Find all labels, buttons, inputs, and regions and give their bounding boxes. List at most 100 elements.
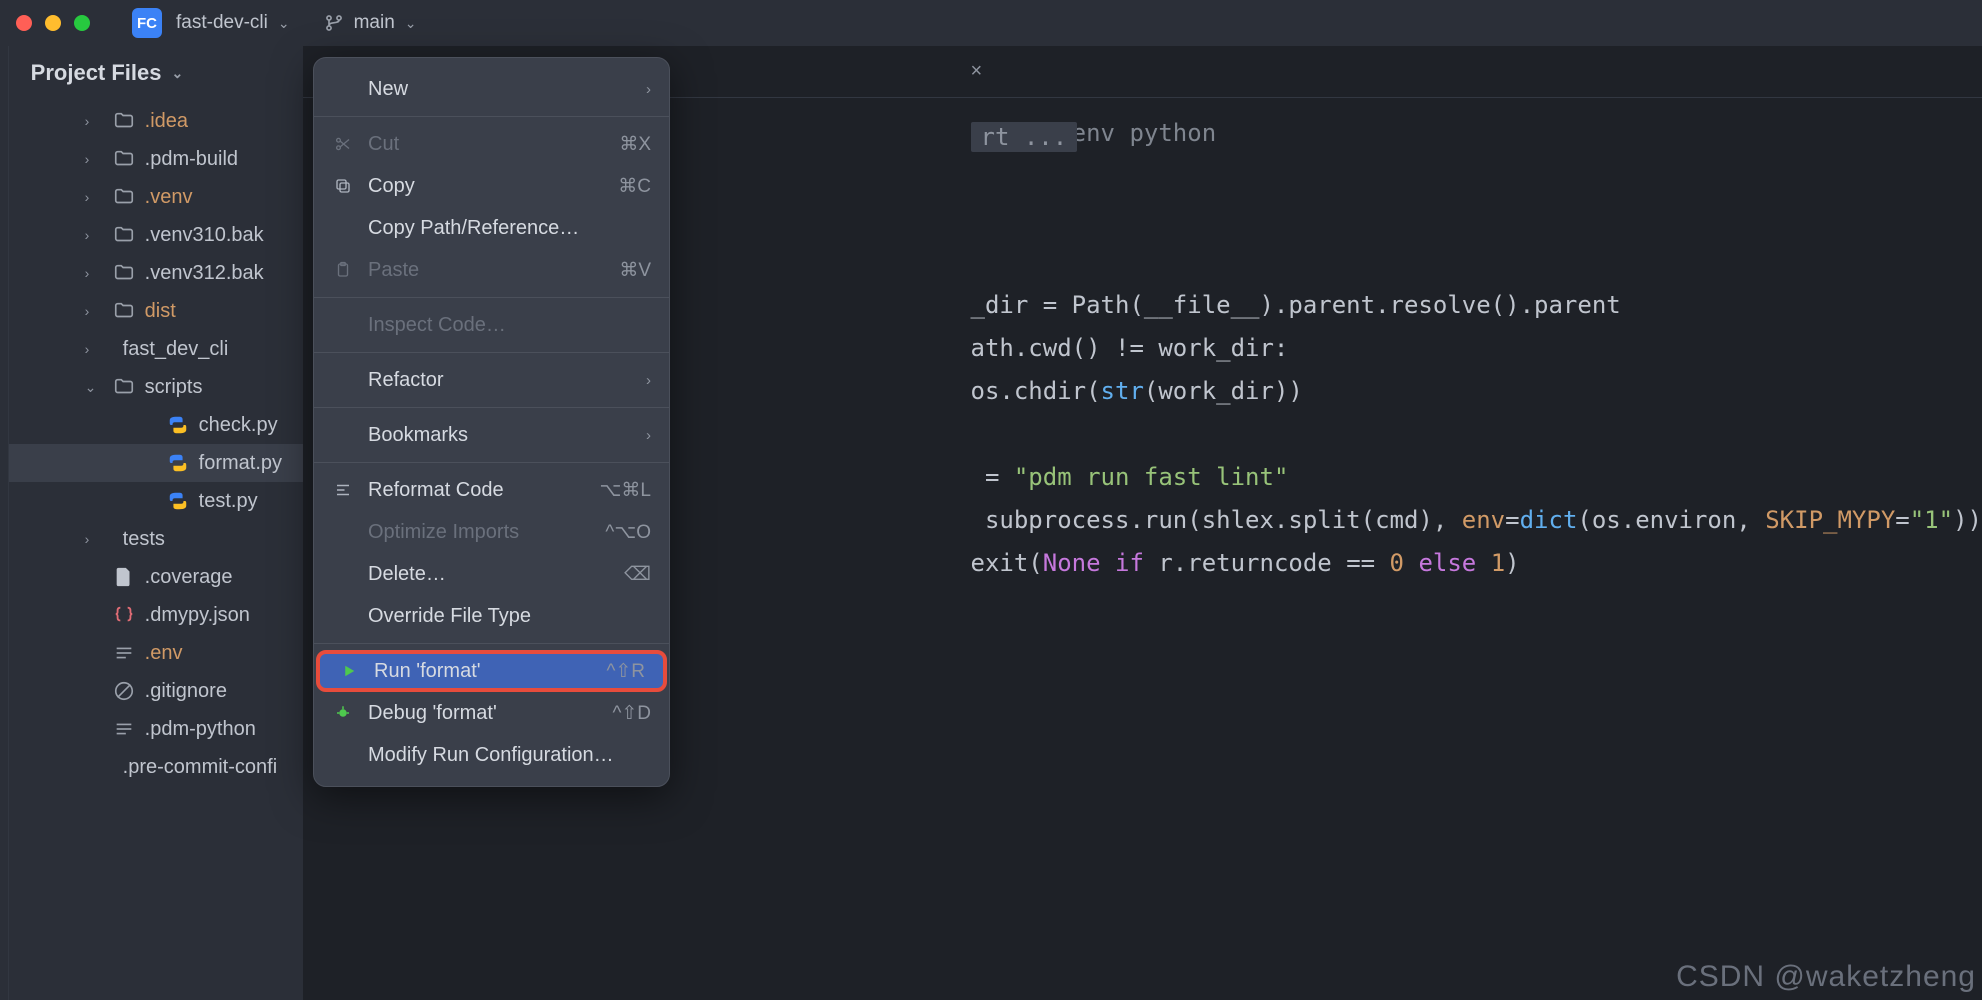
- menu-label: Bookmarks: [368, 424, 632, 447]
- menu-separator: [314, 297, 669, 298]
- menu-item[interactable]: Bookmarks›: [314, 414, 669, 456]
- menu-shortcut: ^⌥O: [605, 521, 651, 544]
- chevron-down-icon: ⌄: [405, 15, 417, 32]
- close-icon[interactable]: ×: [971, 60, 983, 83]
- tree-item[interactable]: test.py: [9, 482, 303, 520]
- menu-item: Optimize Imports ^⌥O: [314, 511, 669, 553]
- menu-label: New: [368, 78, 632, 101]
- tree-item[interactable]: ›tests: [9, 520, 303, 558]
- branch-name: main: [354, 12, 395, 34]
- menu-item[interactable]: Debug 'format' ^⇧D: [314, 692, 669, 734]
- folder-icon: [113, 186, 135, 208]
- tree-item[interactable]: › .venv: [9, 178, 303, 216]
- title-bar: FC fast-dev-cli ⌄ main ⌄: [0, 0, 1982, 46]
- menu-shortcut: ^⇧D: [612, 702, 651, 725]
- tree-item[interactable]: ›.pdm-build: [9, 140, 303, 178]
- menu-separator: [314, 116, 669, 117]
- menu-label: Delete…: [368, 563, 610, 586]
- folder-icon: [113, 376, 135, 398]
- menu-label: Optimize Imports: [368, 521, 591, 544]
- tree-item-label: .venv310.bak: [145, 224, 264, 247]
- json-icon: [113, 604, 135, 626]
- py-icon: [167, 414, 189, 436]
- context-menu: New› Cut ⌘X Copy⌘C Copy Path/Reference… Paste…: [313, 57, 670, 787]
- tree-item[interactable]: .pre-commit-confi: [9, 748, 303, 786]
- folder-icon: [113, 110, 135, 132]
- tree-item-label: .env: [145, 642, 183, 665]
- menu-item[interactable]: Refactor›: [314, 359, 669, 401]
- tree-item-label: .gitignore: [145, 680, 227, 703]
- menu-label: Cut: [368, 133, 605, 156]
- menu-item[interactable]: Override File Type: [314, 595, 669, 637]
- menu-item[interactable]: Copy Path/Reference…: [314, 207, 669, 249]
- tree-item[interactable]: ›fast_dev_cli: [9, 330, 303, 368]
- menu-item[interactable]: Copy⌘C: [314, 165, 669, 207]
- tree-item[interactable]: .env: [9, 634, 303, 672]
- tree-item[interactable]: › .venv310.bak: [9, 216, 303, 254]
- project-sidebar: Project Files ⌄ ›.idea›.pdm-build›.venv›…: [9, 46, 303, 1000]
- chevron-right-icon: ›: [85, 341, 103, 357]
- tree-item[interactable]: ⌄scripts: [9, 368, 303, 406]
- watermark: CSDN @waketzheng: [1676, 960, 1976, 994]
- chevron-right-icon: ›: [85, 113, 103, 129]
- folder-icon: [113, 262, 135, 284]
- scissors-icon: [332, 135, 354, 153]
- run-icon: [338, 662, 360, 680]
- menu-item[interactable]: Delete… ⌫: [314, 553, 669, 595]
- tree-item[interactable]: .gitignore: [9, 672, 303, 710]
- menu-label: Debug 'format': [368, 702, 598, 725]
- folded-import-hint[interactable]: rt ...: [971, 122, 1078, 152]
- menu-label: Modify Run Configuration…: [368, 744, 651, 767]
- menu-shortcut: ⌥⌘L: [600, 479, 651, 502]
- chevron-right-icon: ›: [85, 531, 103, 547]
- tree-item[interactable]: .dmypy.json: [9, 596, 303, 634]
- menu-label: Copy Path/Reference…: [368, 217, 651, 240]
- sidebar-title: Project Files: [31, 60, 162, 86]
- chevron-right-icon: ›: [85, 189, 103, 205]
- maximize-icon[interactable]: [74, 15, 90, 31]
- menu-label: Copy: [368, 175, 604, 198]
- tree-item[interactable]: ›.idea: [9, 102, 303, 140]
- tree-item[interactable]: ›dist: [9, 292, 303, 330]
- menu-item[interactable]: Run 'format'^⇧R: [316, 650, 667, 692]
- menu-item: Paste⌘V: [314, 249, 669, 291]
- tree-item-label: .venv: [145, 186, 193, 209]
- project-selector[interactable]: fast-dev-cli ⌄: [176, 12, 290, 34]
- debug-icon: [332, 704, 354, 722]
- menu-item[interactable]: New›: [314, 68, 669, 110]
- tree-item[interactable]: ›.venv312.bak: [9, 254, 303, 292]
- project-badge: FC: [132, 8, 162, 38]
- tree-item[interactable]: check.py: [9, 406, 303, 444]
- sidebar-header[interactable]: Project Files ⌄: [9, 46, 303, 100]
- tree-item-label: check.py: [199, 414, 278, 437]
- env-icon: [113, 642, 135, 664]
- gitignore-icon: [113, 680, 135, 702]
- tree-item[interactable]: format.py: [9, 444, 303, 482]
- menu-label: Paste: [368, 259, 605, 282]
- tree-item-label: format.py: [199, 452, 282, 475]
- menu-item[interactable]: Reformat Code⌥⌘L: [314, 469, 669, 511]
- folder-icon: [113, 300, 135, 322]
- close-icon[interactable]: [16, 15, 32, 31]
- menu-shortcut: ⌘X: [619, 133, 651, 156]
- chevron-right-icon: ›: [85, 227, 103, 243]
- tree-item[interactable]: .pdm-python: [9, 710, 303, 748]
- tree-item-label: .pdm-python: [145, 718, 256, 741]
- menu-item: Inspect Code…: [314, 304, 669, 346]
- tool-gutter: [0, 46, 9, 1000]
- tree-item-label: dist: [145, 300, 176, 323]
- menu-label: Run 'format': [374, 660, 592, 683]
- tree-item-label: .pre-commit-confi: [123, 756, 277, 779]
- tree-item[interactable]: .coverage: [9, 558, 303, 596]
- window-controls: [16, 15, 90, 31]
- menu-shortcut: ⌫: [624, 563, 651, 586]
- chevron-down-icon: ⌄: [172, 65, 184, 82]
- env-icon: [113, 718, 135, 740]
- minimize-icon[interactable]: [45, 15, 61, 31]
- menu-item[interactable]: Modify Run Configuration…: [314, 734, 669, 776]
- tree-item-label: .coverage: [145, 566, 233, 589]
- reformat-icon: [332, 481, 354, 499]
- vcs-branch[interactable]: main ⌄: [324, 12, 417, 34]
- project-name: fast-dev-cli: [176, 12, 268, 34]
- project-tree: ›.idea›.pdm-build › .venv › .venv310.bak ›.ve…: [9, 100, 303, 1000]
